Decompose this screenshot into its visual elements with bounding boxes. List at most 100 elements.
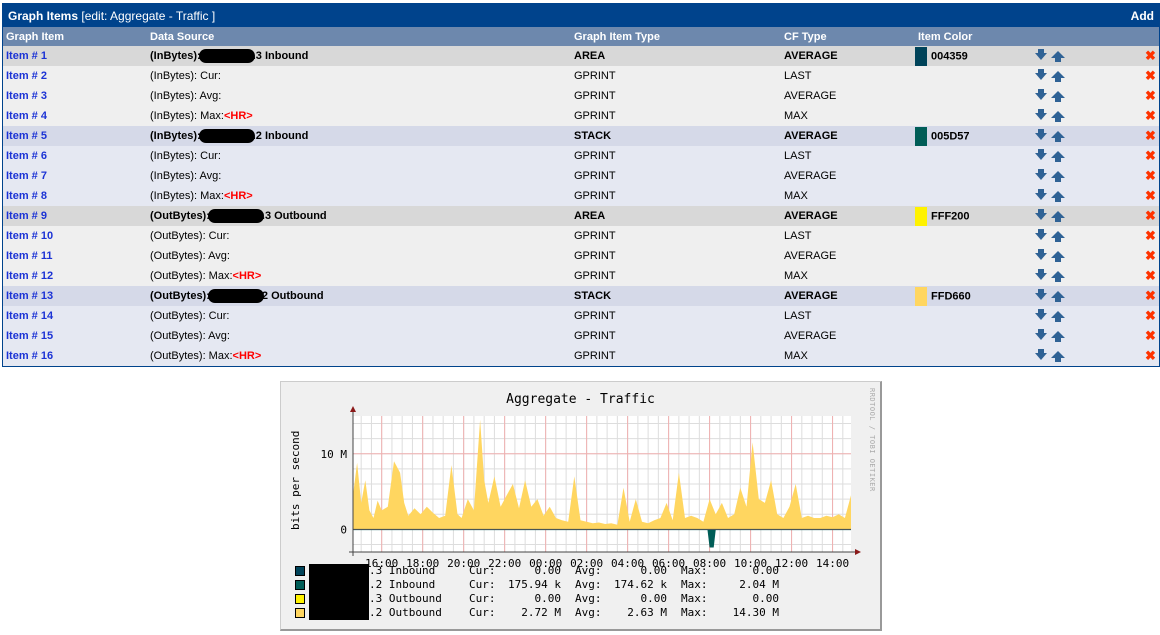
arrow-up-icon[interactable]	[1051, 330, 1065, 342]
legend-cur-label: Cur:	[469, 606, 496, 619]
graph-item-link[interactable]: Item # 6	[6, 150, 47, 162]
arrow-up-icon[interactable]	[1051, 130, 1065, 142]
graph-item-cell: Item # 9	[3, 206, 147, 226]
arrow-up-icon[interactable]	[1051, 310, 1065, 322]
graph-item-link[interactable]: Item # 5	[6, 130, 47, 142]
arrow-down-icon[interactable]	[1035, 89, 1047, 100]
graph-item-cell: Item # 8	[3, 186, 147, 206]
item-color-cell	[915, 146, 1032, 166]
delete-x-icon[interactable]: ✖	[1142, 166, 1159, 186]
data-source-cell: (OutBytes): 2 Outbound	[147, 286, 571, 306]
legend-max-label: Max:	[681, 592, 708, 605]
add-button[interactable]: Add	[1131, 9, 1154, 23]
item-color-cell	[915, 86, 1032, 106]
arrow-down-icon[interactable]	[1035, 329, 1047, 340]
item-type-cell: GPRINT	[574, 230, 616, 242]
legend-cur-value: 2.72 M	[521, 606, 561, 619]
legend-avg-label: Avg:	[575, 578, 602, 591]
delete-x-icon[interactable]: ✖	[1142, 306, 1159, 326]
legend-avg-label: Avg:	[575, 564, 602, 577]
cf-type-cell: AVERAGE	[784, 210, 838, 222]
data-source-text: (InBytes): Cur:	[150, 70, 221, 82]
delete-x-icon[interactable]: ✖	[1142, 86, 1159, 106]
graph-item-link[interactable]: Item # 4	[6, 110, 47, 122]
delete-x-icon[interactable]: ✖	[1142, 46, 1159, 66]
arrow-up-icon[interactable]	[1051, 50, 1065, 62]
graph-item-link[interactable]: Item # 14	[6, 310, 53, 322]
hr-tag: <HR>	[223, 190, 253, 202]
legend-row: .3 Outbound Cur: 0.00 Avg: 0.00 Max: 0.00	[295, 592, 793, 606]
table-row: Item # 14 (OutBytes): Cur: GPRINT LAST ✖	[3, 306, 1159, 326]
graph-item-link[interactable]: Item # 16	[6, 350, 53, 362]
arrow-up-icon[interactable]	[1051, 150, 1065, 162]
data-source-text: (InBytes): Cur:	[150, 150, 221, 162]
graph-item-link[interactable]: Item # 7	[6, 170, 47, 182]
delete-x-icon[interactable]: ✖	[1142, 106, 1159, 126]
graph-item-link[interactable]: Item # 15	[6, 330, 53, 342]
arrow-up-icon[interactable]	[1051, 230, 1065, 242]
arrow-down-icon[interactable]	[1035, 49, 1047, 60]
graph-item-link[interactable]: Item # 10	[6, 230, 53, 242]
arrow-down-icon[interactable]	[1035, 249, 1047, 260]
graph-item-cell: Item # 15	[3, 326, 147, 346]
arrow-down-icon[interactable]	[1035, 189, 1047, 200]
legend-cur-label: Cur:	[469, 578, 496, 591]
table-row: Item # 4 (InBytes): Max:<HR> GPRINT MAX ✖	[3, 106, 1159, 126]
arrow-up-icon[interactable]	[1051, 250, 1065, 262]
arrow-down-icon[interactable]	[1035, 169, 1047, 180]
order-cell	[1032, 286, 1142, 306]
delete-x-icon[interactable]: ✖	[1142, 66, 1159, 86]
graph-item-cell: Item # 4	[3, 106, 147, 126]
arrow-up-icon[interactable]	[1051, 90, 1065, 102]
arrow-down-icon[interactable]	[1035, 289, 1047, 300]
arrow-up-icon[interactable]	[1051, 210, 1065, 222]
arrow-down-icon[interactable]	[1035, 149, 1047, 160]
delete-x-icon[interactable]: ✖	[1142, 326, 1159, 346]
cf-type-cell: LAST	[784, 230, 812, 242]
delete-x-icon[interactable]: ✖	[1142, 146, 1159, 166]
graph-item-cell: Item # 1	[3, 46, 147, 66]
graph-item-link[interactable]: Item # 3	[6, 90, 47, 102]
arrow-down-icon[interactable]	[1035, 229, 1047, 240]
arrow-down-icon[interactable]	[1035, 129, 1047, 140]
arrow-up-icon[interactable]	[1051, 350, 1065, 362]
delete-x-icon[interactable]: ✖	[1142, 126, 1159, 146]
table-header: Graph Item Data Source Graph Item Type C…	[3, 27, 1159, 46]
graph-item-link[interactable]: Item # 1	[6, 50, 47, 62]
arrow-up-icon[interactable]	[1051, 170, 1065, 182]
delete-x-icon[interactable]: ✖	[1142, 226, 1159, 246]
delete-x-icon[interactable]: ✖	[1142, 346, 1159, 366]
graph-item-link[interactable]: Item # 12	[6, 270, 53, 282]
graph-item-link[interactable]: Item # 8	[6, 190, 47, 202]
arrow-up-icon[interactable]	[1051, 270, 1065, 282]
data-source-cell: (OutBytes): Cur:	[147, 226, 571, 246]
legend-name: .3 Inbound	[369, 564, 436, 577]
delete-x-icon[interactable]: ✖	[1142, 186, 1159, 206]
arrow-down-icon[interactable]	[1035, 269, 1047, 280]
arrow-down-icon[interactable]	[1035, 309, 1047, 320]
graph-item-link[interactable]: Item # 2	[6, 70, 47, 82]
arrow-up-icon[interactable]	[1051, 190, 1065, 202]
cf-type-cell: AVERAGE	[784, 130, 838, 142]
delete-x-icon[interactable]: ✖	[1142, 246, 1159, 266]
redacted-region	[207, 209, 264, 223]
cf-type-cell: AVERAGE	[784, 290, 838, 302]
arrow-up-icon[interactable]	[1051, 70, 1065, 82]
arrow-down-icon[interactable]	[1035, 209, 1047, 220]
arrow-down-icon[interactable]	[1035, 349, 1047, 360]
graph-item-link[interactable]: Item # 13	[6, 290, 53, 302]
graph-item-link[interactable]: Item # 11	[6, 250, 52, 262]
col-order	[1032, 27, 1142, 46]
delete-x-icon[interactable]: ✖	[1142, 266, 1159, 286]
x-axis-arrow	[855, 549, 861, 555]
delete-x-icon[interactable]: ✖	[1142, 286, 1159, 306]
arrow-up-icon[interactable]	[1051, 110, 1065, 122]
graph-item-link[interactable]: Item # 9	[6, 210, 47, 222]
y-axis-arrow	[350, 406, 356, 412]
delete-x-icon[interactable]: ✖	[1142, 206, 1159, 226]
arrow-up-icon[interactable]	[1051, 290, 1065, 302]
arrow-down-icon[interactable]	[1035, 69, 1047, 80]
arrow-down-icon[interactable]	[1035, 109, 1047, 120]
data-source-text: (InBytes):	[150, 129, 201, 142]
order-cell	[1032, 306, 1142, 326]
